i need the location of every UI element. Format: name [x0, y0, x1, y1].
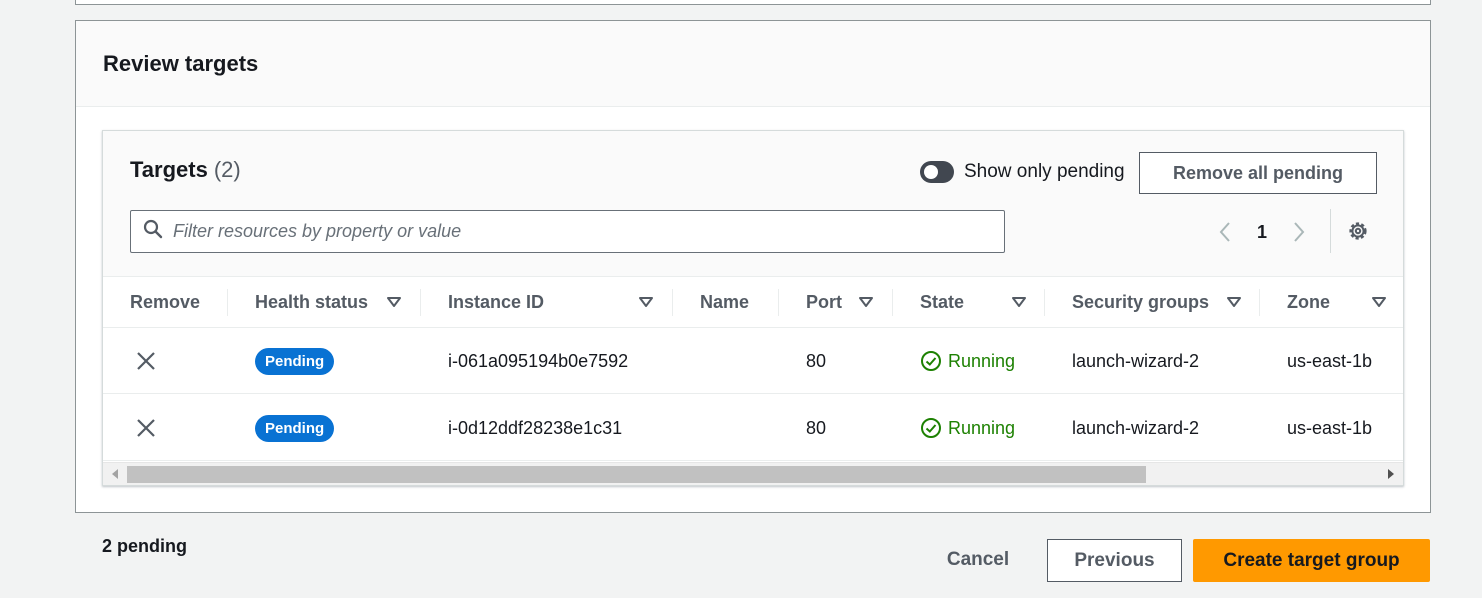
column-divider[interactable] — [1044, 289, 1045, 316]
port-cell: 80 — [806, 350, 827, 371]
column-divider[interactable] — [778, 289, 779, 316]
close-icon[interactable] — [136, 328, 156, 394]
review-targets-panel: Review targets Targets (2) Show only pen… — [75, 20, 1431, 513]
state-cell: Running — [920, 328, 1015, 394]
table-row: Pending i-061a095194b0e7592 80 Running l… — [103, 328, 1403, 394]
toggle-switch[interactable] — [920, 161, 954, 183]
sort-triangle-icon — [1012, 297, 1026, 307]
targets-count: (2) — [213, 157, 241, 182]
targets-table-container: Targets (2) Show only pending Remove all… — [102, 130, 1404, 486]
column-state[interactable]: State — [920, 277, 1040, 328]
scrollbar-thumb[interactable] — [127, 466, 1146, 483]
column-divider[interactable] — [420, 289, 421, 316]
pending-count: 2 pending — [102, 536, 187, 556]
cancel-button[interactable]: Cancel — [930, 540, 1026, 580]
check-circle-icon — [921, 418, 941, 438]
sort-triangle-icon — [859, 297, 873, 307]
pager-divider — [1330, 209, 1331, 253]
zone-cell: us-east-1b — [1287, 350, 1373, 371]
column-health-status[interactable]: Health status — [255, 277, 405, 328]
sort-triangle-icon — [1227, 297, 1241, 307]
status-badge: Pending — [255, 414, 335, 442]
review-targets-header: Review targets — [76, 21, 1430, 107]
state-text: Running — [948, 417, 1016, 438]
create-target-group-button[interactable]: Create target group — [1193, 539, 1430, 582]
previous-button[interactable]: Previous — [1047, 539, 1182, 582]
sort-triangle-icon — [1372, 297, 1386, 307]
filter-search[interactable] — [130, 210, 1005, 253]
section-title: Review targets — [103, 50, 259, 76]
sort-triangle-icon — [387, 297, 401, 307]
toggle-label: Show only pending — [964, 161, 1125, 182]
instance-id-cell: i-061a095194b0e7592 — [448, 350, 629, 371]
check-circle-icon — [921, 351, 941, 371]
table-row: Pending i-0d12ddf28238e1c31 80 Running l… — [103, 395, 1403, 461]
sort-triangle-icon — [639, 297, 653, 307]
search-input[interactable] — [173, 221, 993, 242]
toggle-knob — [924, 165, 938, 179]
search-icon — [143, 219, 163, 244]
chevron-left-icon[interactable] — [1213, 217, 1237, 247]
close-icon[interactable] — [136, 395, 156, 461]
port-cell: 80 — [806, 417, 827, 438]
column-remove: Remove — [130, 292, 201, 312]
show-only-pending-toggle[interactable]: Show only pending — [920, 161, 1125, 183]
targets-table-header: Targets (2) Show only pending Remove all… — [103, 131, 1403, 277]
pagination: 1 — [1213, 209, 1331, 253]
column-divider[interactable] — [227, 289, 228, 316]
column-divider[interactable] — [1259, 289, 1260, 316]
status-badge: Pending — [255, 347, 335, 375]
remove-all-pending-button[interactable]: Remove all pending — [1139, 152, 1377, 194]
column-zone[interactable]: Zone — [1287, 277, 1387, 328]
security-group-cell: launch-wizard-2 — [1072, 350, 1200, 371]
scroll-left-icon[interactable] — [111, 469, 119, 479]
state-text: Running — [948, 350, 1016, 371]
health-status-cell: Pending — [255, 395, 335, 461]
chevron-right-icon[interactable] — [1287, 217, 1311, 247]
security-group-cell: launch-wizard-2 — [1072, 417, 1200, 438]
column-name[interactable]: Name — [700, 277, 749, 328]
health-status-cell: Pending — [255, 328, 335, 394]
column-security-groups[interactable]: Security groups — [1072, 277, 1247, 328]
current-page[interactable]: 1 — [1237, 222, 1287, 243]
column-instance-id[interactable]: Instance ID — [448, 277, 658, 328]
targets-title: Targets — [130, 157, 208, 182]
column-divider[interactable] — [892, 289, 893, 316]
state-cell: Running — [920, 395, 1015, 461]
table-header-row: Remove Health status Instance ID Name Po… — [103, 277, 1403, 328]
zone-cell: us-east-1b — [1287, 417, 1373, 438]
column-port[interactable]: Port — [806, 277, 886, 328]
scroll-right-icon[interactable] — [1387, 469, 1395, 479]
targets-heading: Targets (2) — [130, 157, 241, 183]
column-divider[interactable] — [672, 289, 673, 316]
horizontal-scrollbar[interactable] — [103, 462, 1403, 485]
instance-id-cell: i-0d12ddf28238e1c31 — [448, 417, 623, 438]
gear-icon[interactable] — [1346, 219, 1370, 248]
previous-panel-edge — [75, 0, 1431, 5]
